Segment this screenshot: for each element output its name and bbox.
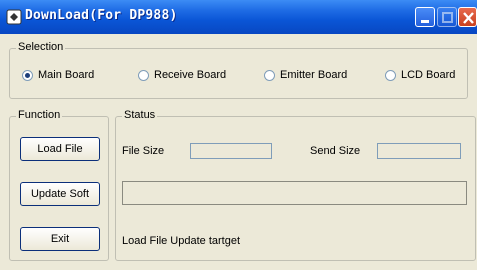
- app-icon: [6, 9, 22, 25]
- file-size-field[interactable]: [190, 143, 272, 159]
- close-icon: [463, 12, 474, 24]
- load-file-button[interactable]: Load File: [20, 137, 100, 161]
- window-title: DownLoad(For DP988): [25, 8, 178, 23]
- radio-emitter-board-indicator[interactable]: [264, 69, 275, 81]
- send-size-label: Send Size: [310, 145, 361, 157]
- radio-receive-board-label: Receive Board: [154, 69, 227, 81]
- close-button[interactable]: [458, 7, 477, 27]
- radio-lcd-board[interactable]: LCD Board: [385, 69, 455, 81]
- status-message: Load File Update tartget: [122, 235, 241, 247]
- status-legend: Status: [122, 109, 158, 121]
- radio-receive-board[interactable]: Receive Board: [138, 69, 226, 81]
- status-group: Status File Size Send Size Load File Upd…: [115, 109, 476, 261]
- radio-lcd-board-indicator[interactable]: [385, 69, 396, 81]
- radio-emitter-board-label: Emitter Board: [280, 69, 348, 81]
- maximize-button[interactable]: [437, 7, 457, 27]
- send-size-field[interactable]: [377, 143, 461, 159]
- selection-legend: Selection: [16, 41, 66, 53]
- function-legend: Function: [16, 109, 63, 121]
- radio-emitter-board[interactable]: Emitter Board: [264, 69, 347, 81]
- progress-bar: [122, 181, 467, 205]
- radio-main-board-indicator[interactable]: [22, 69, 33, 81]
- exit-button[interactable]: Exit: [20, 227, 100, 251]
- radio-main-board[interactable]: Main Board: [22, 69, 94, 81]
- function-group: Function Load File Update Soft Exit: [9, 109, 109, 261]
- file-size-label: File Size: [122, 145, 165, 157]
- radio-receive-board-indicator[interactable]: [138, 69, 149, 81]
- title-bar[interactable]: DownLoad(For DP988): [0, 0, 477, 34]
- minimize-button[interactable]: [415, 7, 435, 27]
- radio-lcd-board-label: LCD Board: [401, 69, 456, 81]
- selection-group: Selection Main Board Receive Board Emitt…: [9, 41, 468, 99]
- update-soft-button[interactable]: Update Soft: [20, 182, 100, 206]
- radio-main-board-label: Main Board: [38, 69, 95, 81]
- download-window: DownLoad(For DP988) Selection Main Board…: [0, 0, 477, 270]
